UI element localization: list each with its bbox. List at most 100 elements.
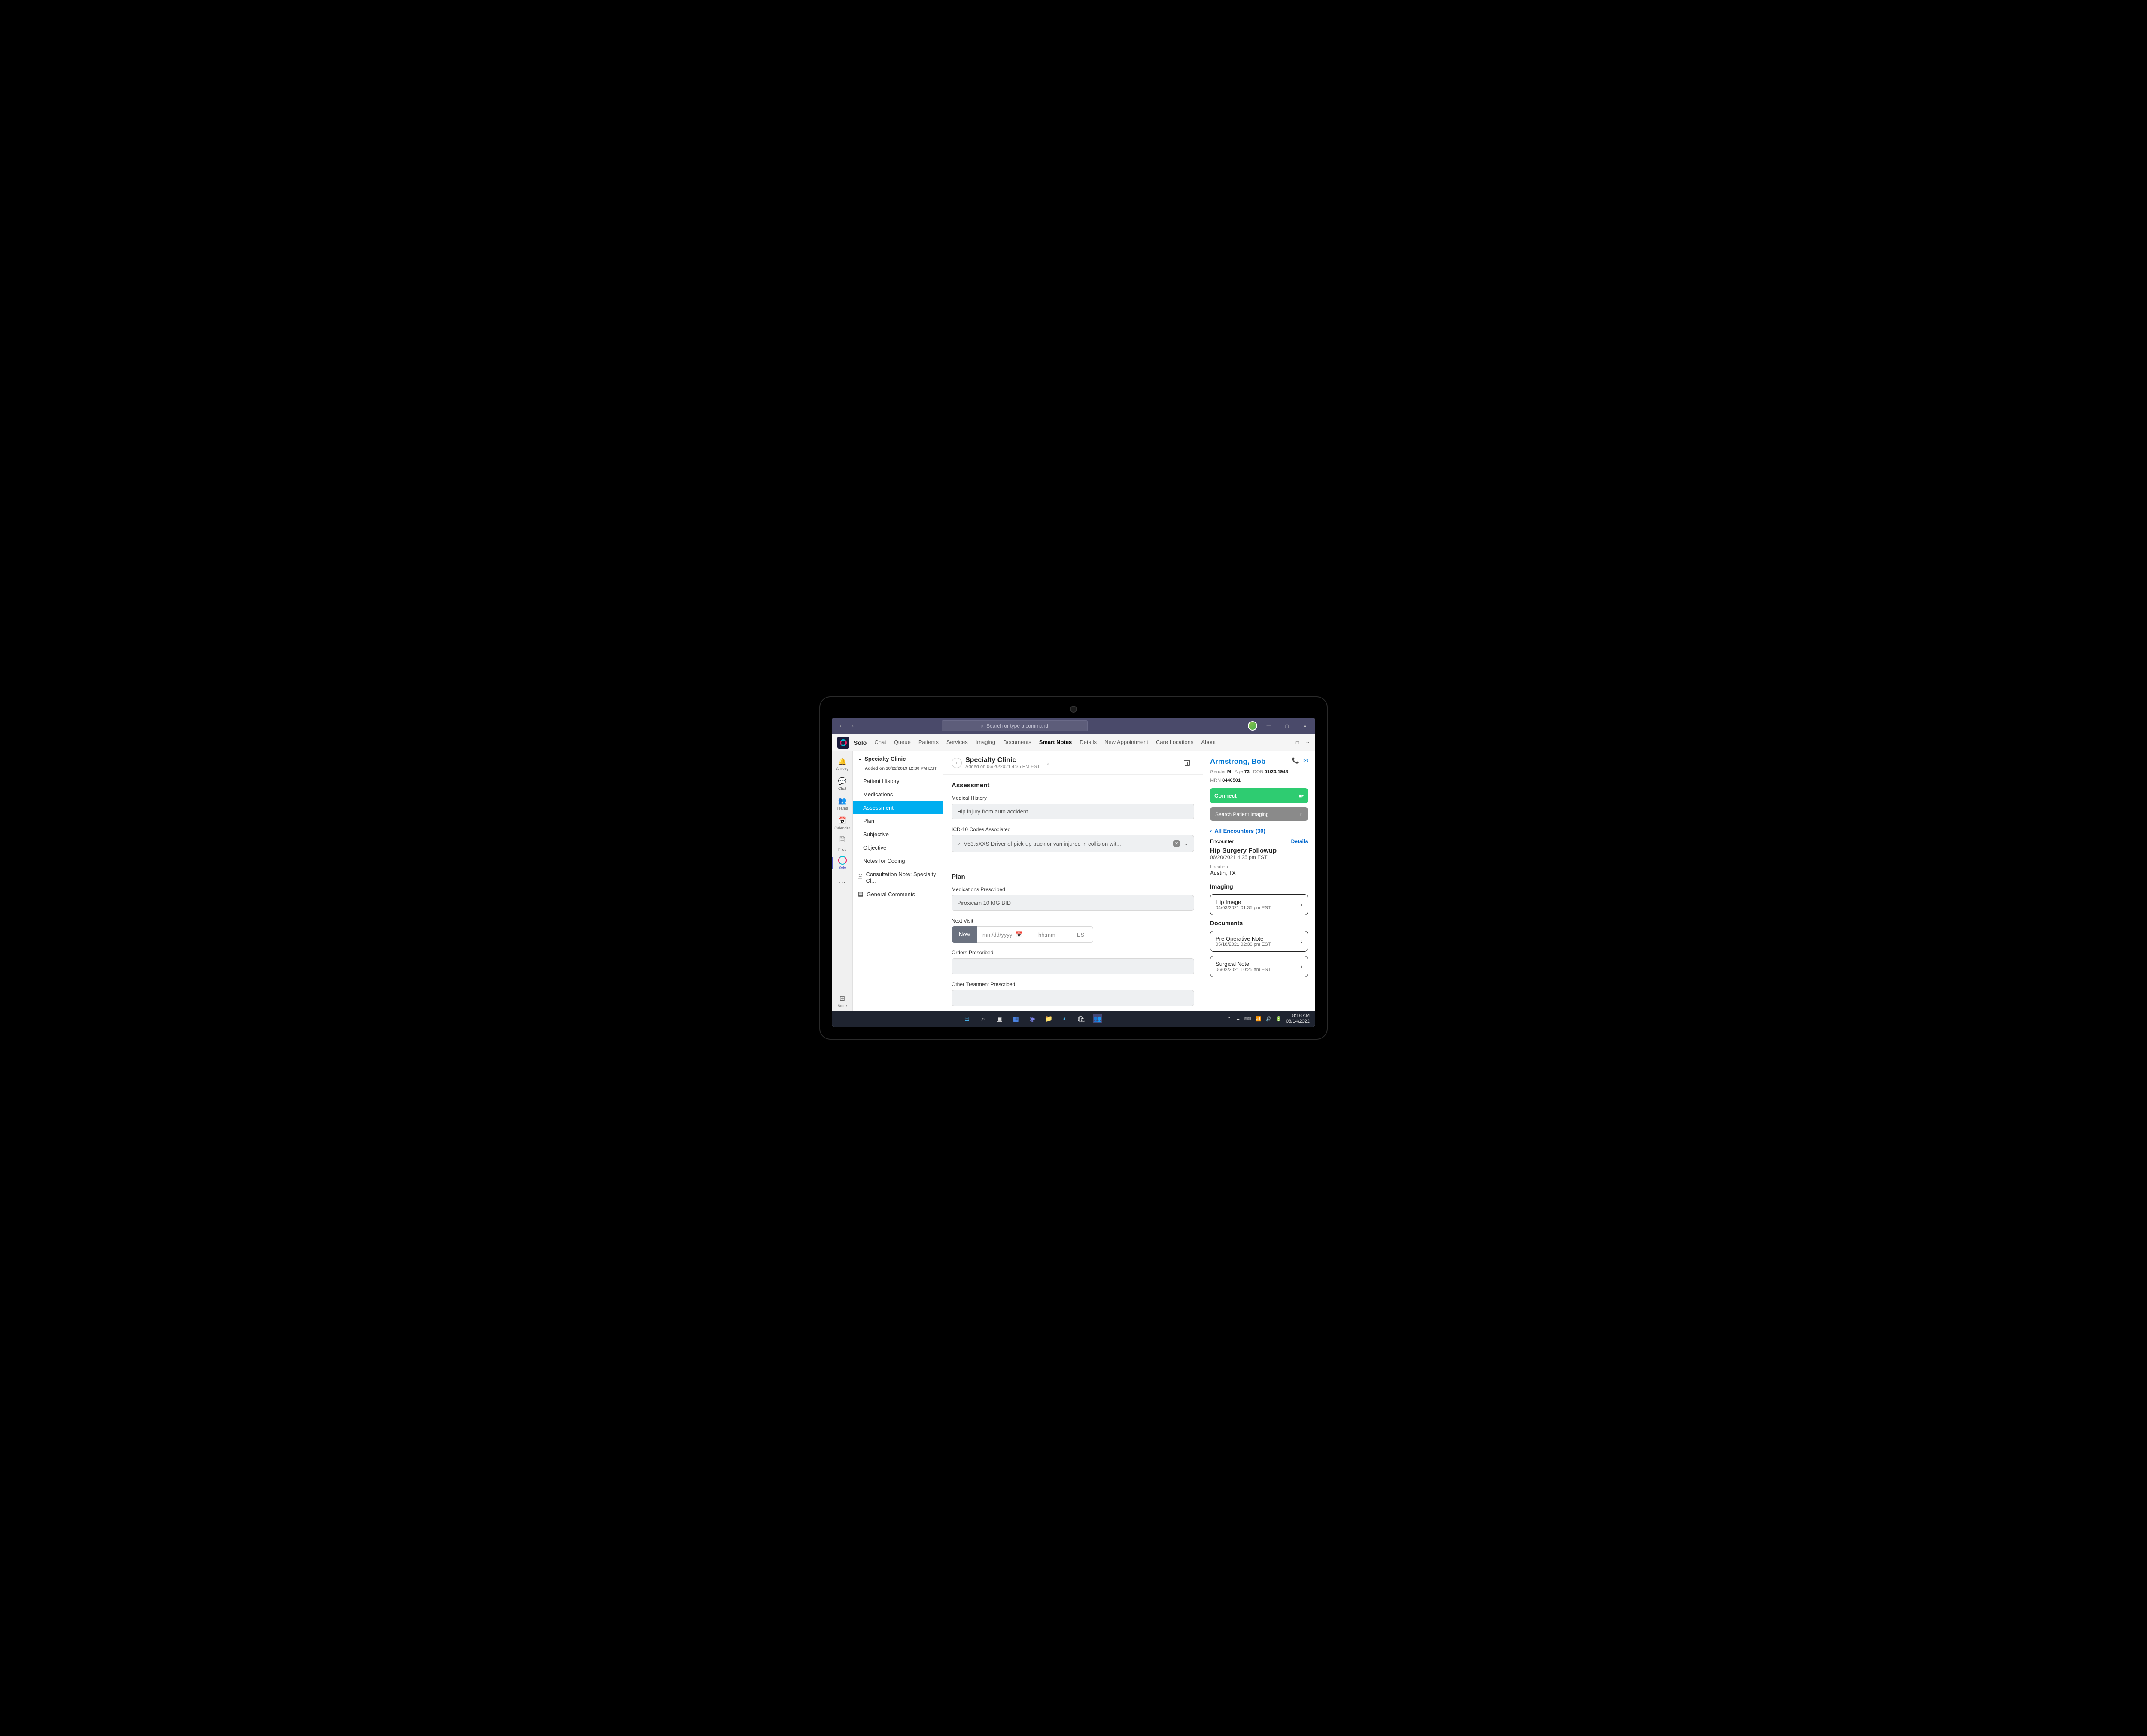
icd-input[interactable]: ⌕ V53.5XXS Driver of pick-up truck or va…: [952, 835, 1194, 852]
tab-imaging[interactable]: Imaging: [976, 734, 995, 750]
store-button[interactable]: 🛍: [1077, 1014, 1086, 1023]
rail-files[interactable]: 🗎Files: [832, 834, 853, 853]
tab-new-appointment[interactable]: New Appointment: [1104, 734, 1148, 750]
app-name: Solo: [854, 739, 867, 746]
orders-input[interactable]: [952, 958, 1194, 974]
sidebar-item-notes-coding[interactable]: Notes for Coding: [853, 854, 943, 868]
command-search-input[interactable]: ⌕ Search or type a command: [942, 720, 1088, 731]
connect-button[interactable]: Connect ■•: [1210, 788, 1308, 803]
edge-button[interactable]: ◐: [1060, 1014, 1070, 1023]
date-input[interactable]: mm/dd/yyyy 📅: [977, 926, 1033, 943]
rail-store[interactable]: ⊞Store: [832, 992, 853, 1011]
volume-icon[interactable]: 🔊: [1266, 1016, 1272, 1022]
app-tabs: Chat Queue Patients Services Imaging Doc…: [874, 734, 1216, 750]
wifi-icon[interactable]: 📶: [1256, 1016, 1262, 1022]
patient-name[interactable]: Armstrong, Bob: [1210, 757, 1265, 766]
tab-about[interactable]: About: [1201, 734, 1216, 750]
time-input[interactable]: hh:mm EST: [1033, 926, 1093, 943]
sidebar-title: Specialty Clinic: [864, 756, 906, 762]
sidebar-header[interactable]: ⌄ Specialty Clinic: [853, 751, 943, 766]
meds-prescribed-input[interactable]: Piroxicam 10 MG BID: [952, 895, 1194, 911]
teams-button[interactable]: 👥: [1093, 1014, 1102, 1023]
store-icon: ⊞: [839, 994, 845, 1003]
popout-icon[interactable]: ⧉: [1295, 739, 1299, 746]
rail-calendar[interactable]: 📅Calendar: [832, 814, 853, 833]
chevron-down-icon[interactable]: ⌄: [1184, 840, 1189, 847]
sidebar-item-objective[interactable]: Objective: [853, 841, 943, 854]
meds-prescribed-label: Medications Prescribed: [952, 886, 1194, 892]
comment-icon: ▤: [858, 891, 863, 898]
battery-icon[interactable]: 🔋: [1276, 1016, 1282, 1022]
all-encounters-link[interactable]: ‹ All Encounters (30): [1210, 828, 1308, 834]
email-icon[interactable]: ✉: [1303, 757, 1308, 764]
keyboard-icon[interactable]: ⌨: [1244, 1016, 1251, 1022]
sidebar-item-consultation-note[interactable]: 🗎 Consultation Note: Specialty Cl...: [853, 868, 943, 887]
sidebar-item-assessment[interactable]: Assessment: [853, 801, 943, 814]
now-button[interactable]: Now: [952, 926, 977, 943]
phone-icon[interactable]: 📞: [1292, 757, 1299, 764]
icd-label: ICD-10 Codes Associated: [952, 826, 1194, 832]
maximize-button[interactable]: ▢: [1280, 719, 1293, 732]
med-history-label: Medical History: [952, 795, 1194, 801]
tab-details[interactable]: Details: [1080, 734, 1097, 750]
tab-care-locations[interactable]: Care Locations: [1156, 734, 1193, 750]
sidebar-item-patient-history[interactable]: Patient History: [853, 774, 943, 788]
rail-more[interactable]: ⋯: [832, 873, 853, 892]
imaging-card[interactable]: Hip Image 04/03/2021 01:35 pm EST ›: [1210, 894, 1308, 915]
icd-value: V53.5XXS Driver of pick-up truck or van …: [964, 841, 1121, 847]
search-icon: ⌕: [957, 840, 960, 847]
search-icon: ⌕: [1300, 811, 1303, 817]
tab-documents[interactable]: Documents: [1003, 734, 1031, 750]
taskbar-search-button[interactable]: ⌕: [979, 1014, 988, 1023]
sidebar-item-medications[interactable]: Medications: [853, 788, 943, 801]
encounter-details-link[interactable]: Details: [1291, 838, 1308, 844]
taskbar-app[interactable]: ◉: [1028, 1014, 1037, 1023]
window-titlebar: ‹ › ⌕ Search or type a command ― ▢ ✕: [832, 718, 1315, 734]
start-button[interactable]: ⊞: [962, 1014, 972, 1023]
chat-icon: 💬: [838, 777, 847, 786]
task-view-button[interactable]: ▣: [995, 1014, 1004, 1023]
med-history-input[interactable]: Hip injury from auto accident: [952, 804, 1194, 819]
patient-panel: Armstrong, Bob 📞 ✉ Gender M Age 73 DOB 0…: [1203, 751, 1315, 1011]
nav-forward-button[interactable]: ›: [848, 721, 858, 731]
document-card[interactable]: Pre Operative Note 05/18/2021 02:30 pm E…: [1210, 931, 1308, 952]
tab-chat[interactable]: Chat: [874, 734, 886, 750]
sidebar-timestamp: Added on 10/22/2019 12:30 PM EST: [853, 766, 943, 774]
notes-sidebar: ⌄ Specialty Clinic Added on 10/22/2019 1…: [853, 751, 943, 1011]
sidebar-item-plan[interactable]: Plan: [853, 814, 943, 828]
assessment-title: Assessment: [952, 782, 1194, 789]
location-label: Location: [1210, 865, 1308, 870]
rail-activity[interactable]: 🔔Activity: [832, 755, 853, 774]
clear-icd-button[interactable]: ✕: [1173, 840, 1180, 847]
taskbar-app[interactable]: ▦: [1011, 1014, 1021, 1023]
taskbar-clock[interactable]: 8:18 AM 03/14/2022: [1286, 1013, 1310, 1024]
rail-chat[interactable]: 💬Chat: [832, 774, 853, 793]
encounter-label: Encounter: [1210, 838, 1234, 844]
rail-solo[interactable]: Solo: [832, 853, 853, 872]
other-treatment-input[interactable]: [952, 990, 1194, 1006]
teams-rail: 🔔Activity 💬Chat 👥Teams 📅Calendar 🗎Files …: [832, 751, 853, 1011]
more-icon[interactable]: ⋯: [1304, 739, 1310, 746]
user-avatar[interactable]: [1248, 721, 1257, 731]
trash-icon: [1184, 759, 1191, 766]
tab-services[interactable]: Services: [946, 734, 968, 750]
sidebar-item-general-comments[interactable]: ▤ General Comments: [853, 887, 943, 901]
tab-patients[interactable]: Patients: [918, 734, 939, 750]
onedrive-icon[interactable]: ☁: [1235, 1016, 1240, 1022]
expand-icon[interactable]: ⌄: [1046, 760, 1050, 766]
search-imaging-input[interactable]: Search Patient Imaging ⌕: [1210, 807, 1308, 821]
explorer-button[interactable]: 📁: [1044, 1014, 1053, 1023]
form-area: ‹ Specialty Clinic Added on 06/20/2021 4…: [943, 751, 1203, 1011]
close-button[interactable]: ✕: [1299, 719, 1311, 732]
sidebar-item-subjective[interactable]: Subjective: [853, 828, 943, 841]
tab-smart-notes[interactable]: Smart Notes: [1039, 734, 1072, 750]
tray-chevron-icon[interactable]: ⌃: [1227, 1016, 1231, 1022]
collapse-sidebar-button[interactable]: ‹: [952, 758, 962, 768]
rail-teams[interactable]: 👥Teams: [832, 794, 853, 813]
nav-back-button[interactable]: ‹: [836, 721, 846, 731]
other-treatment-label: Other Treatment Prescribed: [952, 981, 1194, 987]
minimize-button[interactable]: ―: [1262, 719, 1275, 732]
delete-button[interactable]: [1180, 758, 1194, 768]
tab-queue[interactable]: Queue: [894, 734, 911, 750]
document-card[interactable]: Surgical Note 06/02/2021 10:25 am EST ›: [1210, 956, 1308, 977]
